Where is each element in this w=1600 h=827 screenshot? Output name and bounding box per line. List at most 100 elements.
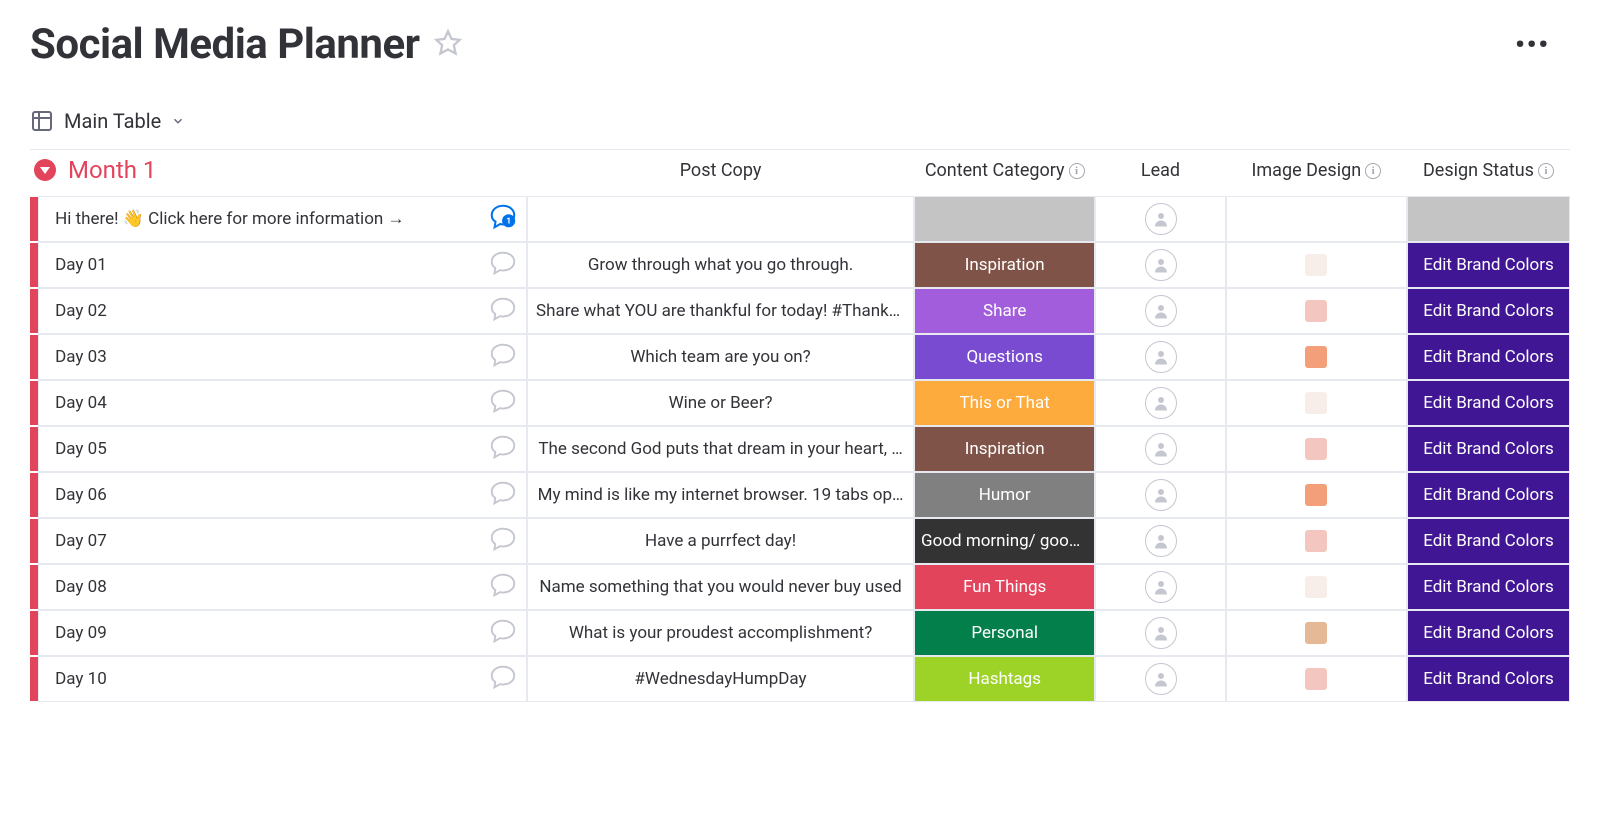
avatar-placeholder-icon[interactable]	[1145, 479, 1177, 511]
image-thumbnail[interactable]	[1305, 300, 1327, 322]
lead-cell[interactable]	[1095, 426, 1225, 472]
design-status-cell[interactable]: Edit Brand Colors	[1407, 334, 1570, 380]
table-row[interactable]: Day 01 Grow through what you go through.…	[30, 242, 1570, 288]
image-thumbnail[interactable]	[1305, 530, 1327, 552]
column-header-post-copy[interactable]: Post Copy	[527, 150, 914, 196]
lead-cell[interactable]	[1095, 472, 1225, 518]
avatar-placeholder-icon[interactable]	[1145, 387, 1177, 419]
item-name[interactable]: Day 10	[55, 669, 107, 689]
item-name[interactable]: Day 06	[55, 485, 107, 505]
item-name[interactable]: Day 01	[55, 255, 107, 275]
item-name[interactable]: Hi there! 👋 Click here for more informat…	[55, 209, 404, 229]
post-copy-cell[interactable]: Have a purrfect day!	[527, 518, 914, 564]
content-category-cell[interactable]	[914, 196, 1095, 242]
item-name[interactable]: Day 04	[55, 393, 107, 413]
design-status-cell[interactable]	[1407, 196, 1570, 242]
table-row[interactable]: Day 02 Share what YOU are thankful for t…	[30, 288, 1570, 334]
column-header-content-category[interactable]: Content Categoryi	[914, 150, 1095, 196]
image-thumbnail[interactable]	[1305, 392, 1327, 414]
column-header-image-design[interactable]: Image Designi	[1226, 150, 1407, 196]
image-design-cell[interactable]	[1226, 564, 1407, 610]
column-header-design-status[interactable]: Design Statusi	[1407, 150, 1570, 196]
lead-cell[interactable]	[1095, 610, 1225, 656]
comment-icon[interactable]	[488, 524, 518, 559]
lead-cell[interactable]	[1095, 656, 1225, 702]
column-header-lead[interactable]: Lead	[1095, 150, 1225, 196]
design-status-cell[interactable]: Edit Brand Colors	[1407, 426, 1570, 472]
comment-icon[interactable]	[488, 386, 518, 421]
item-name[interactable]: Day 07	[55, 531, 107, 551]
image-thumbnail[interactable]	[1305, 484, 1327, 506]
comment-icon[interactable]	[488, 662, 518, 697]
comment-icon[interactable]	[488, 616, 518, 651]
image-thumbnail[interactable]	[1305, 668, 1327, 690]
image-design-cell[interactable]	[1226, 196, 1407, 242]
post-copy-cell[interactable]: Share what YOU are thankful for today! #…	[527, 288, 914, 334]
content-category-cell[interactable]: Inspiration	[914, 242, 1095, 288]
image-design-cell[interactable]	[1226, 380, 1407, 426]
image-design-cell[interactable]	[1226, 288, 1407, 334]
post-copy-cell[interactable]: Wine or Beer?	[527, 380, 914, 426]
favorite-star-icon[interactable]	[434, 29, 462, 61]
avatar-placeholder-icon[interactable]	[1145, 617, 1177, 649]
item-name[interactable]: Day 09	[55, 623, 107, 643]
image-design-cell[interactable]	[1226, 656, 1407, 702]
post-copy-cell[interactable]: My mind is like my internet browser. 19 …	[527, 472, 914, 518]
avatar-placeholder-icon[interactable]	[1145, 525, 1177, 557]
comment-icon[interactable]	[488, 248, 518, 283]
lead-cell[interactable]	[1095, 334, 1225, 380]
content-category-cell[interactable]: Inspiration	[914, 426, 1095, 472]
table-row[interactable]: Day 03 Which team are you on?Questions E…	[30, 334, 1570, 380]
image-thumbnail[interactable]	[1305, 346, 1327, 368]
comment-icon[interactable]	[488, 340, 518, 375]
comment-icon[interactable]	[488, 432, 518, 467]
content-category-cell[interactable]: Questions	[914, 334, 1095, 380]
item-name[interactable]: Day 03	[55, 347, 107, 367]
image-design-cell[interactable]	[1226, 518, 1407, 564]
avatar-placeholder-icon[interactable]	[1145, 433, 1177, 465]
post-copy-cell[interactable]: Grow through what you go through.	[527, 242, 914, 288]
image-thumbnail[interactable]	[1305, 254, 1327, 276]
design-status-cell[interactable]: Edit Brand Colors	[1407, 472, 1570, 518]
image-design-cell[interactable]	[1226, 610, 1407, 656]
item-name[interactable]: Day 08	[55, 577, 107, 597]
image-thumbnail[interactable]	[1305, 576, 1327, 598]
design-status-cell[interactable]: Edit Brand Colors	[1407, 518, 1570, 564]
item-name[interactable]: Day 05	[55, 439, 107, 459]
post-copy-cell[interactable]: Which team are you on?	[527, 334, 914, 380]
avatar-placeholder-icon[interactable]	[1145, 249, 1177, 281]
item-name[interactable]: Day 02	[55, 301, 107, 321]
info-icon[interactable]: i	[1365, 163, 1381, 179]
lead-cell[interactable]	[1095, 518, 1225, 564]
content-category-cell[interactable]: Share	[914, 288, 1095, 334]
content-category-cell[interactable]: Personal	[914, 610, 1095, 656]
view-selector[interactable]: Main Table	[30, 109, 1570, 150]
info-icon[interactable]: i	[1069, 163, 1085, 179]
content-category-cell[interactable]: This or That	[914, 380, 1095, 426]
avatar-placeholder-icon[interactable]	[1145, 571, 1177, 603]
table-row[interactable]: Day 08 Name something that you would nev…	[30, 564, 1570, 610]
avatar-placeholder-icon[interactable]	[1145, 663, 1177, 695]
design-status-cell[interactable]: Edit Brand Colors	[1407, 380, 1570, 426]
table-row[interactable]: Day 05 The second God puts that dream in…	[30, 426, 1570, 472]
table-row[interactable]: Hi there! 👋 Click here for more informat…	[30, 196, 1570, 242]
content-category-cell[interactable]: Good morning/ good …	[914, 518, 1095, 564]
comment-icon[interactable]	[488, 570, 518, 605]
table-row[interactable]: Day 07 Have a purrfect day!Good morning/…	[30, 518, 1570, 564]
design-status-cell[interactable]: Edit Brand Colors	[1407, 610, 1570, 656]
avatar-placeholder-icon[interactable]	[1145, 341, 1177, 373]
comment-icon[interactable]: 1	[488, 202, 518, 237]
design-status-cell[interactable]: Edit Brand Colors	[1407, 564, 1570, 610]
image-design-cell[interactable]	[1226, 426, 1407, 472]
avatar-placeholder-icon[interactable]	[1145, 203, 1177, 235]
table-row[interactable]: Day 06 My mind is like my internet brows…	[30, 472, 1570, 518]
post-copy-cell[interactable]: The second God puts that dream in your h…	[527, 426, 914, 472]
info-icon[interactable]: i	[1538, 163, 1554, 179]
table-row[interactable]: Day 09 What is your proudest accomplishm…	[30, 610, 1570, 656]
lead-cell[interactable]	[1095, 242, 1225, 288]
content-category-cell[interactable]: Fun Things	[914, 564, 1095, 610]
design-status-cell[interactable]: Edit Brand Colors	[1407, 242, 1570, 288]
content-category-cell[interactable]: Hashtags	[914, 656, 1095, 702]
image-design-cell[interactable]	[1226, 334, 1407, 380]
table-row[interactable]: Day 04 Wine or Beer?This or That Edit Br…	[30, 380, 1570, 426]
